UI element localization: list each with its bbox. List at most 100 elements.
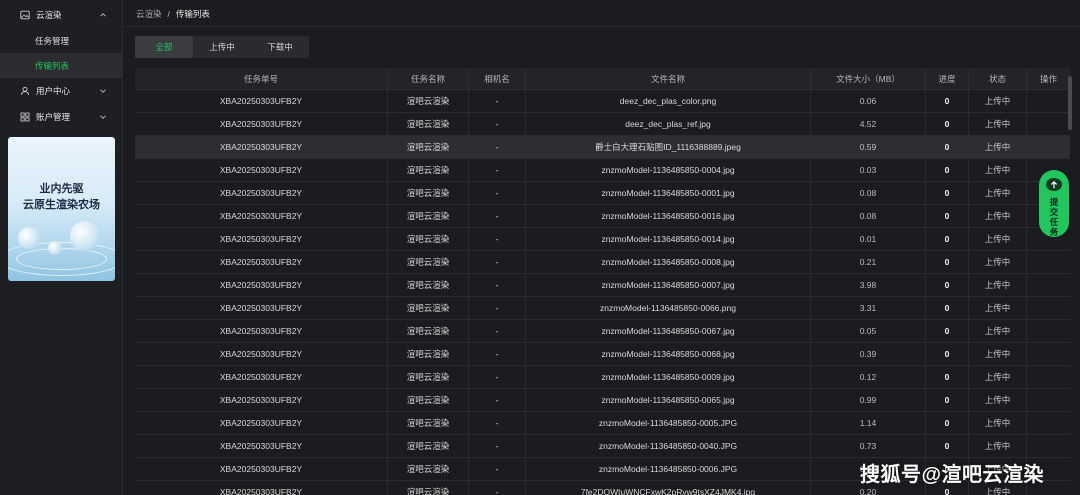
task-id-cell: XBA20250303UFB2Y	[135, 297, 388, 319]
watermark: 搜狐号@渲吧云渲染	[860, 464, 1045, 486]
camera-cell: -	[469, 205, 526, 227]
water-droplet	[18, 227, 40, 249]
actions-cell[interactable]	[1027, 113, 1070, 135]
actions-cell[interactable]	[1027, 435, 1070, 457]
actions-cell[interactable]	[1027, 297, 1070, 319]
progress-cell: 0	[926, 320, 969, 342]
column-header-actions: 操作	[1039, 73, 1057, 84]
sidebar-item-label: 任务管理	[35, 35, 70, 46]
nav-group-cloud-render[interactable]: 云渲染	[0, 2, 122, 28]
actions-cell[interactable]	[1027, 343, 1070, 365]
actions-cell[interactable]	[1027, 90, 1070, 112]
column-header-task-id: 任务单号	[135, 68, 388, 89]
table-row[interactable]: XBA20250303UFB2Y 渲吧云渲染 - znzmoModel-1136485…	[135, 205, 1070, 228]
file-name-cell: 爵士白大理石贴图ID_1116388889.jpeg	[526, 136, 811, 158]
table-row[interactable]: XBA20250303UFB2Y 渲吧云渲染 - znzmoModel-1136485…	[135, 274, 1070, 297]
status-cell: 上传中	[969, 205, 1027, 227]
tab-uploading[interactable]: 上传中	[193, 36, 251, 58]
nav-group-label: 云渲染	[36, 10, 62, 20]
task-id-cell: XBA20250303UFB2Y	[135, 389, 388, 411]
task-id-cell: XBA20250303UFB2Y	[135, 274, 388, 296]
file-size-cell: 0.73	[811, 435, 926, 457]
breadcrumb-current: 传输列表	[175, 9, 210, 19]
file-size-cell: 0.59	[811, 136, 926, 158]
table-row[interactable]: XBA20250303UFB2Y 渲吧云渲染 - znzmoModel-1136485…	[135, 182, 1070, 205]
banner-title-line1: 业内先驱	[39, 183, 84, 195]
table-scrollbar[interactable]	[1068, 76, 1072, 130]
chevron-down-icon	[98, 86, 108, 96]
file-name-cell: znzmoModel-1136485850-0004.jpg	[526, 159, 811, 181]
table-row[interactable]: XBA20250303UFB2Y 渲吧云渲染 - znzmoModel-1136485…	[135, 159, 1070, 182]
progress-cell: 0	[926, 90, 969, 112]
breadcrumb-root[interactable]: 云渲染	[136, 8, 162, 20]
task-name-cell: 渲吧云渲染	[388, 113, 469, 135]
water-ripple	[16, 248, 107, 270]
sidebar-item-label: 传输列表	[35, 60, 70, 71]
column-header-progress: 进度	[926, 68, 969, 89]
table-header: 任务单号 任务名称 相机名 文件名称 文件大小（MB） 进度 状态 操作	[135, 68, 1070, 90]
nav-group-account-management[interactable]: 账户管理	[0, 104, 122, 130]
file-size-cell: 0.12	[811, 366, 926, 388]
file-name-cell: 7fe2DOWtuWNCFxwK2pRvw9tsXZ4JMK4.jpg	[526, 481, 811, 495]
table-row[interactable]: XBA20250303UFB2Y 渲吧云渲染 - deez_dec_plas_ref.…	[135, 113, 1070, 136]
file-name-cell: znzmoModel-1136485850-0067.jpg	[526, 320, 811, 342]
user-icon	[20, 86, 30, 96]
actions-cell[interactable]	[1027, 366, 1070, 388]
file-name-cell: znzmoModel-1136485850-0014.jpg	[526, 228, 811, 250]
water-droplet	[70, 221, 100, 251]
submit-task-button[interactable]: 提交任务	[1039, 170, 1069, 237]
status-cell: 上传中	[969, 297, 1027, 319]
actions-cell[interactable]	[1027, 274, 1070, 296]
status-cell: 上传中	[969, 274, 1027, 296]
file-name-cell: znzmoModel-1136485850-0016.jpg	[526, 205, 811, 227]
table-row[interactable]: XBA20250303UFB2Y 渲吧云渲染 - znzmoModel-1136485…	[135, 343, 1070, 366]
status-cell: 上传中	[969, 320, 1027, 342]
sidebar-item-task-management[interactable]: 任务管理	[0, 28, 122, 53]
chevron-down-icon	[98, 112, 108, 122]
actions-cell[interactable]	[1027, 251, 1070, 273]
table-row[interactable]: XBA20250303UFB2Y 渲吧云渲染 - znzmoModel-1136485…	[135, 412, 1070, 435]
file-size-cell: 0.05	[811, 320, 926, 342]
column-header-file-size: 文件大小（MB）	[811, 68, 926, 89]
task-name-cell: 渲吧云渲染	[388, 389, 469, 411]
file-name-cell: deez_dec_plas_color.png	[526, 90, 811, 112]
tab-all[interactable]: 全部	[135, 36, 193, 58]
breadcrumb: 云渲染 / 传输列表	[136, 8, 210, 20]
camera-cell: -	[469, 481, 526, 495]
table-row[interactable]: XBA20250303UFB2Y 渲吧云渲染 - znzmoModel-1136485…	[135, 320, 1070, 343]
task-id-cell: XBA20250303UFB2Y	[135, 435, 388, 457]
progress-cell: 0	[926, 205, 969, 227]
submit-task-label: 提交任务	[1049, 197, 1059, 237]
status-cell: 上传中	[969, 435, 1027, 457]
table-row[interactable]: XBA20250303UFB2Y 渲吧云渲染 - znzmoModel-1136485…	[135, 366, 1070, 389]
table-row[interactable]: XBA20250303UFB2Y 渲吧云渲染 - znzmoModel-1136485…	[135, 389, 1070, 412]
table-row[interactable]: XBA20250303UFB2Y 渲吧云渲染 - znzmoModel-1136485…	[135, 297, 1070, 320]
actions-cell[interactable]	[1027, 320, 1070, 342]
file-name-cell: znzmoModel-1136485850-0007.jpg	[526, 274, 811, 296]
actions-cell[interactable]	[1027, 389, 1070, 411]
tab-downloading[interactable]: 下载中	[251, 36, 309, 58]
actions-cell[interactable]	[1027, 136, 1070, 158]
actions-cell[interactable]	[1027, 412, 1070, 434]
task-id-cell: XBA20250303UFB2Y	[135, 481, 388, 495]
task-id-cell: XBA20250303UFB2Y	[135, 343, 388, 365]
file-name-cell: znzmoModel-1136485850-0006.JPG	[526, 458, 811, 480]
grid-icon	[20, 112, 30, 122]
progress-cell: 0	[926, 297, 969, 319]
camera-cell: -	[469, 228, 526, 250]
column-header-status: 状态	[969, 68, 1027, 89]
nav-group-user-center[interactable]: 用户中心	[0, 78, 122, 104]
camera-cell: -	[469, 435, 526, 457]
progress-cell: 0	[926, 435, 969, 457]
table-row[interactable]: XBA20250303UFB2Y 渲吧云渲染 - 爵士白大理石贴图ID_1116388…	[135, 136, 1070, 159]
table-row[interactable]: XBA20250303UFB2Y 渲吧云渲染 - deez_dec_plas_colo…	[135, 90, 1070, 113]
sidebar-item-transfer-list[interactable]: 传输列表	[0, 53, 122, 78]
table-row[interactable]: XBA20250303UFB2Y 渲吧云渲染 - znzmoModel-1136485…	[135, 251, 1070, 274]
status-cell: 上传中	[969, 389, 1027, 411]
task-name-cell: 渲吧云渲染	[388, 159, 469, 181]
file-size-cell: 3.31	[811, 297, 926, 319]
table-row[interactable]: XBA20250303UFB2Y 渲吧云渲染 - znzmoModel-1136485…	[135, 228, 1070, 251]
task-name-cell: 渲吧云渲染	[388, 274, 469, 296]
promo-banner[interactable]: 业内先驱 云原生渲染农场	[8, 137, 115, 281]
table-row[interactable]: XBA20250303UFB2Y 渲吧云渲染 - znzmoModel-1136485…	[135, 435, 1070, 458]
